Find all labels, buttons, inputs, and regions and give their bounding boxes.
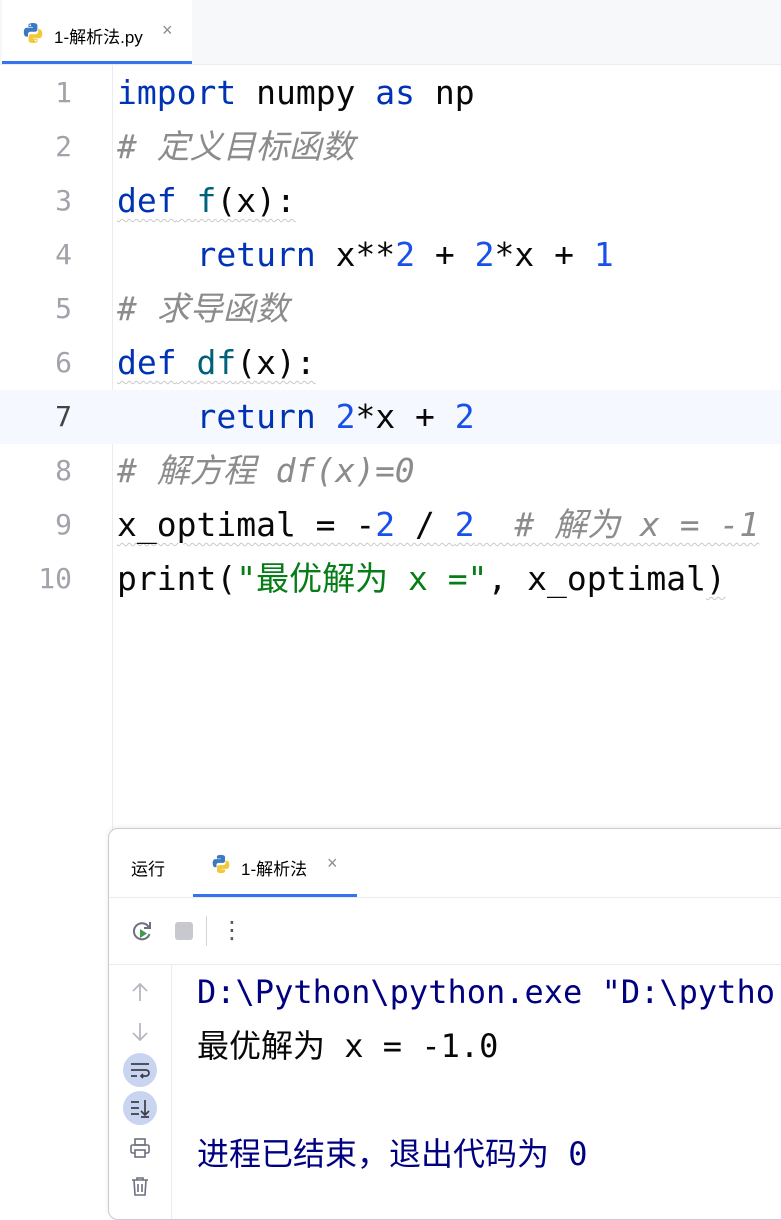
line-number: 2: [55, 130, 72, 163]
run-config-tab[interactable]: 1-解析法 ×: [193, 829, 357, 897]
print-icon[interactable]: [123, 1131, 157, 1165]
line-number: 5: [55, 292, 72, 325]
code-line[interactable]: 4 return x**2 + 2*x + 1: [0, 228, 781, 282]
code-token: # 解为 x = -1: [514, 505, 760, 544]
code-token: (: [216, 559, 237, 598]
code-token: print: [117, 559, 217, 598]
line-number: 8: [55, 454, 72, 487]
line-number: 3: [55, 184, 72, 217]
code-line[interactable]: 1 import numpy as np: [0, 66, 781, 120]
code-line[interactable]: 5 # 求导函数: [0, 282, 781, 336]
code-token: 2: [454, 397, 475, 436]
run-tool-window: 运行 1-解析法 × ⋮ D:\Python\python.exe "D:\py…: [108, 828, 781, 1220]
arrow-up-icon[interactable]: [123, 975, 157, 1009]
python-run-icon: [211, 854, 231, 879]
code-token: f: [196, 181, 217, 220]
code-line[interactable]: 9 x_optimal = -2 / 2 # 解为 x = -1: [0, 498, 781, 552]
code-line[interactable]: 2 # 定义目标函数: [0, 120, 781, 174]
run-header: 运行 1-解析法 ×: [109, 829, 781, 898]
code-text[interactable]: def f(x):: [117, 174, 296, 228]
line-number: 7: [55, 400, 72, 433]
soft-wrap-icon[interactable]: [123, 1053, 157, 1087]
close-tab-icon[interactable]: ×: [162, 20, 173, 41]
code-token: 2: [335, 397, 356, 436]
code-line[interactable]: 3 def f(x):: [0, 174, 781, 228]
console-output: D:\Python\python.exe "D:\pytho 最优解为 x = -…: [197, 965, 775, 1181]
console-command-line: D:\Python\python.exe "D:\pytho: [197, 973, 775, 1011]
code-token: "最优解为 x =": [236, 559, 488, 598]
code-token: x**: [315, 235, 396, 274]
run-tab-label: 1-解析法: [241, 860, 308, 879]
code-token: numpy: [236, 73, 376, 112]
code-token: def: [117, 343, 177, 382]
console-exit-line: 进程已结束，退出代码为 0: [197, 1135, 588, 1173]
code-text[interactable]: import numpy as np: [117, 66, 475, 120]
editor-tab-label: 1-解析法.py: [54, 28, 143, 47]
code-token: return: [196, 397, 316, 436]
editor-tab-bar: 1-解析法.py ×: [0, 0, 781, 65]
code-token: # 定义目标函数: [117, 127, 355, 166]
code-text[interactable]: return 2*x + 2: [117, 390, 475, 444]
code-token: np: [415, 73, 475, 112]
console-side-toolbar: [109, 965, 172, 1219]
run-toolbar: ⋮: [109, 898, 781, 965]
code-text[interactable]: # 定义目标函数: [117, 120, 355, 174]
scroll-to-end-icon[interactable]: [123, 1091, 157, 1125]
trash-icon[interactable]: [123, 1169, 157, 1203]
code-text[interactable]: def df(x):: [117, 336, 316, 390]
python-file-icon: [22, 22, 44, 49]
code-token: *x +: [355, 397, 455, 436]
code-token: ): [705, 559, 726, 598]
arrow-down-icon[interactable]: [123, 1015, 157, 1049]
code-token: df: [196, 343, 237, 382]
code-token: /: [395, 505, 455, 544]
line-number: 6: [55, 346, 72, 379]
code-token: +: [415, 235, 475, 274]
console-blank-line: ​: [197, 1073, 775, 1127]
code-token: # 求导函数: [117, 289, 289, 328]
code-text[interactable]: # 求导函数: [117, 282, 289, 336]
code-token: 2: [375, 505, 396, 544]
code-line[interactable]: 8 # 解方程 df(x)=0: [0, 444, 781, 498]
code-line[interactable]: 6 def df(x):: [0, 336, 781, 390]
line-number: 10: [38, 562, 72, 595]
line-number: 9: [55, 508, 72, 541]
close-run-tab-icon[interactable]: ×: [327, 853, 338, 874]
code-token: x_optimal = -: [117, 505, 376, 544]
code-token: *x +: [494, 235, 594, 274]
code-token: # 解方程 df(x)=0: [117, 451, 415, 490]
code-token: 2: [474, 235, 495, 274]
code-token: def: [117, 181, 177, 220]
code-text[interactable]: # 解方程 df(x)=0: [117, 444, 415, 498]
code-token: , x_optimal: [487, 559, 706, 598]
line-number: 4: [55, 238, 72, 271]
toolbar-separator: [206, 916, 207, 946]
code-token: as: [375, 73, 416, 112]
line-number: 1: [55, 76, 72, 109]
code-text[interactable]: return x**2 + 2*x + 1: [117, 228, 614, 282]
code-token: (x):: [216, 181, 296, 220]
rerun-icon[interactable]: [129, 918, 155, 944]
code-token: (x):: [236, 343, 316, 382]
code-text[interactable]: print("最优解为 x =", x_optimal): [117, 552, 726, 606]
editor-tab-main[interactable]: 1-解析法.py ×: [2, 0, 192, 64]
code-token: 2: [395, 235, 416, 274]
code-line[interactable]: 7 return 2*x + 2: [0, 390, 781, 444]
stop-icon[interactable]: [171, 918, 197, 944]
code-token: 1: [593, 235, 614, 274]
code-text[interactable]: x_optimal = -2 / 2 # 解为 x = -1: [117, 498, 759, 552]
code-token: import: [117, 73, 237, 112]
code-token: 2: [454, 505, 475, 544]
code-token: return: [196, 235, 316, 274]
more-options-icon[interactable]: ⋮: [219, 916, 245, 944]
code-line[interactable]: 10 print("最优解为 x =", x_optimal): [0, 552, 781, 606]
run-title: 运行: [131, 860, 165, 879]
console-result-line: 最优解为 x = -1.0: [197, 1027, 499, 1065]
